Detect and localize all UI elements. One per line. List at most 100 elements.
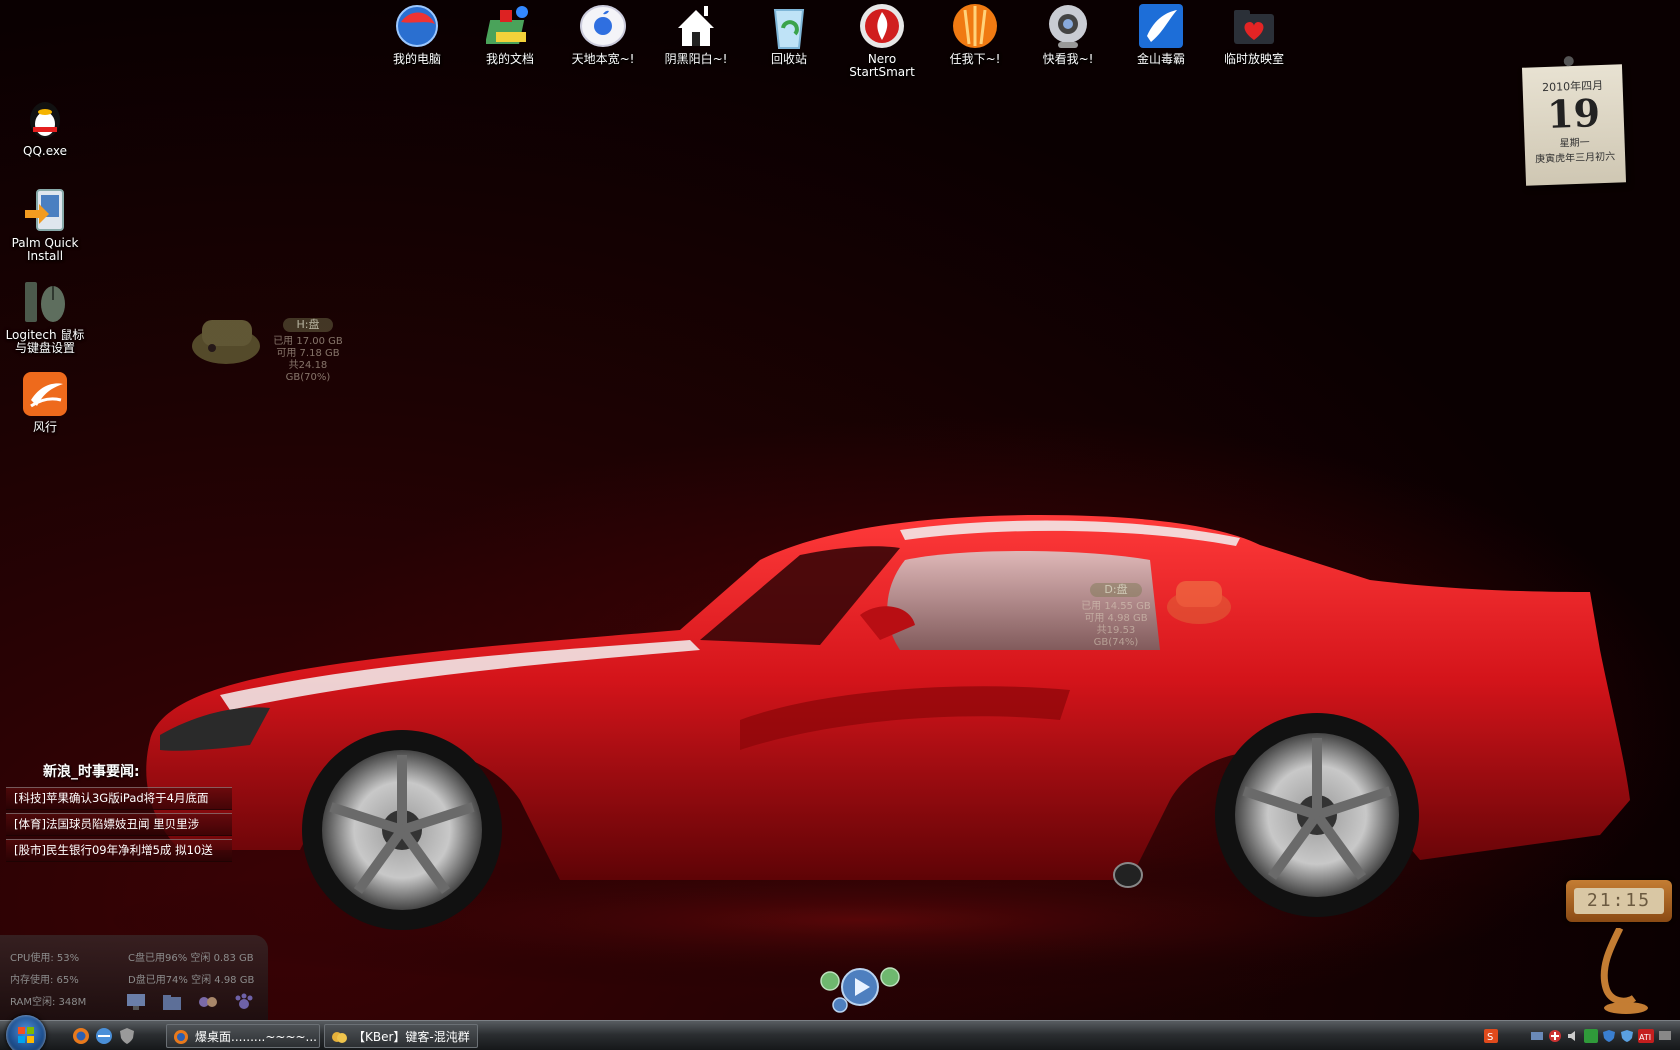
desktop-icon-label: Palm Quick Install <box>11 236 79 263</box>
taskbar-window-button[interactable]: 【KBer】键客-混沌群 <box>324 1024 478 1048</box>
news-item[interactable]: [体育]法国球员陷嫖妓丑闻 里贝里涉 <box>6 813 232 836</box>
webcam-icon <box>1044 2 1092 50</box>
network-icon[interactable] <box>198 993 218 1011</box>
desktop-icon-recycle-bin[interactable]: 回收站 <box>744 2 834 66</box>
desktop-icon-label: 快看我~! <box>1042 52 1094 66</box>
svg-text:ATI: ATI <box>1639 1033 1651 1042</box>
rear-wheel <box>1215 713 1419 917</box>
computer-globe-icon <box>393 2 441 50</box>
disk-d-free: 可用 4.98 GB <box>1084 613 1148 624</box>
desktop-icon-palm[interactable]: Palm Quick Install <box>0 186 90 263</box>
calendar-day: 19 <box>1546 90 1601 137</box>
front-wheel <box>302 730 502 930</box>
shield-tray-icon[interactable] <box>1620 1028 1634 1042</box>
news-item[interactable]: [科技]苹果确认3G版iPad将于4月底面 <box>6 787 232 810</box>
wallpaper-car <box>100 515 1630 990</box>
desktop-icon-label: 天地本宽~! <box>571 52 635 66</box>
recycle-bin-icon <box>765 2 813 50</box>
disk-h-icon <box>188 312 264 368</box>
desktop-icon-funshion[interactable]: 风行 <box>0 370 90 434</box>
desktop-icon-label: 临时放映室 <box>1223 52 1284 66</box>
network-tray-icon[interactable] <box>1530 1028 1544 1042</box>
svg-text:S: S <box>1487 1032 1493 1043</box>
nero-flame-icon <box>858 2 906 50</box>
desktop-icon-label: 阴黑阳白~! <box>664 52 728 66</box>
desktop-icon-label: QQ.exe <box>23 144 67 158</box>
documents-icon <box>485 2 534 50</box>
browser-quicklaunch-icon[interactable] <box>95 1027 113 1045</box>
start-button[interactable] <box>6 1015 46 1050</box>
media-player-widget <box>818 965 908 1017</box>
calendar-pin-icon <box>1563 55 1574 67</box>
desktop-icon-label: Nero StartSmart <box>849 52 915 79</box>
news-item[interactable]: [股市]民生银行09年净利增5成 拟10送 <box>6 839 232 862</box>
disk-h-total: 共24.18 GB(70%) <box>285 360 331 383</box>
firefox-icon <box>173 1029 189 1045</box>
desktop-icon-linshi[interactable]: 临时放映室 <box>1209 2 1299 66</box>
folder-heart-icon <box>1230 2 1278 50</box>
qq-group-icon <box>331 1029 347 1045</box>
disk-d-total: 共19.53 GB(74%) <box>1093 625 1139 648</box>
d-drive-usage: D盘已用74% 空闲 4.98 GB <box>128 975 255 986</box>
bittorrent-icon <box>951 2 999 50</box>
logitech-mouse-keyboard-icon <box>21 278 69 326</box>
desktop-icon-label: Logitech 鼠标与键盘设置 <box>5 328 85 355</box>
disk-h-widget[interactable]: H:盘 已用 17.00 GB 可用 7.18 GB 共24.18 GB(70%… <box>266 318 350 384</box>
disk-d-widget[interactable]: D:盘 已用 14.55 GB 可用 4.98 GB 共19.53 GB(74%… <box>1074 583 1158 649</box>
news-title: 新浪_时事要闻: <box>43 764 140 780</box>
firefox-quicklaunch-icon[interactable] <box>72 1027 90 1045</box>
desktop-icon-label: 回收站 <box>770 52 807 66</box>
desktop-icon-yinhei[interactable]: 阴黑阳白~! <box>651 2 741 66</box>
volume-tray-icon[interactable] <box>1566 1028 1580 1042</box>
desktop-icon-label: 风行 <box>32 420 57 434</box>
paw-icon[interactable] <box>234 993 254 1011</box>
ram-free: RAM空闲: 348M <box>10 997 87 1008</box>
folder-icon[interactable] <box>162 993 182 1011</box>
qq-penguin-icon <box>21 94 69 142</box>
disk-d-used: 已用 14.55 GB <box>1081 601 1151 612</box>
desktop-icon-my-documents[interactable]: 我的文档 <box>465 2 555 66</box>
house-icon <box>672 2 720 50</box>
calendar-lunar: 庚寅虎年三月初六 <box>1535 151 1616 166</box>
desktop-icon-nero[interactable]: Nero StartSmart <box>837 2 927 79</box>
palm-install-icon <box>21 186 69 234</box>
monitor-tray-icon[interactable] <box>1658 1028 1672 1042</box>
cpu-usage: CPU使用: 53% <box>10 953 80 964</box>
windows-logo-icon <box>18 1027 34 1043</box>
security-tray-icon[interactable] <box>1548 1028 1562 1042</box>
desktop-icon-label: 任我下~! <box>949 52 1001 66</box>
desktop-icon-label: 金山毒霸 <box>1136 52 1185 66</box>
memory-usage: 内存使用: 65% <box>10 975 79 986</box>
volume-button <box>832 997 848 1013</box>
taskbar: 爆桌面.........~~~~... 【KBer】键客-混沌群 S ATI <box>0 1015 1680 1050</box>
calendar-widget[interactable]: 2010年四月 19 星期一 庚寅虎年三月初六 <box>1521 55 1627 186</box>
monitor-icon[interactable] <box>126 993 146 1011</box>
news-widget: 新浪_时事要闻: [科技]苹果确认3G版iPad将于4月底面 [体育]法国球员陷… <box>6 760 232 865</box>
disk-d-label: D:盘 <box>1090 583 1142 597</box>
kingsoft-antivirus-icon <box>1137 2 1185 50</box>
ati-tray-icon[interactable]: ATI <box>1638 1028 1654 1043</box>
desktop-icon-renwoxia[interactable]: 任我下~! <box>930 2 1020 66</box>
clock-stand-icon <box>1590 926 1650 1016</box>
c-drive-usage: C盘已用96% 空闲 0.83 GB <box>128 953 254 964</box>
desktop-icon-kingsoft[interactable]: 金山毒霸 <box>1116 2 1206 66</box>
disk-h-used: 已用 17.00 GB <box>273 336 343 347</box>
desktop-icon-my-computer[interactable]: 我的电脑 <box>372 2 462 66</box>
desktop-icon-kuaikanwo[interactable]: 快看我~! <box>1023 2 1113 66</box>
sogou-ime-icon[interactable]: S <box>1484 1028 1498 1043</box>
green-tray-icon[interactable] <box>1584 1028 1598 1043</box>
shield-quicklaunch-icon[interactable] <box>118 1027 136 1045</box>
desktop: 我的电脑 我的文档 天地本宽~! 阴黑阳白~! 回收站 Nero StartSm… <box>0 0 1680 1050</box>
desktop-icon-logitech[interactable]: Logitech 鼠标与键盘设置 <box>0 278 90 355</box>
desktop-icon-label: 我的电脑 <box>392 52 441 66</box>
antivirus-tray-icon[interactable] <box>1602 1028 1616 1042</box>
desktop-icon-label: 我的文档 <box>485 52 534 66</box>
desktop-icon-qq[interactable]: QQ.exe <box>0 94 90 158</box>
clock-time: 21:15 <box>1574 888 1664 914</box>
disk-h-free: 可用 7.18 GB <box>276 348 340 359</box>
next-button <box>880 967 900 987</box>
desktop-icon-tiandi[interactable]: 天地本宽~! <box>558 2 648 66</box>
taskbar-window-button[interactable]: 爆桌面.........~~~~... <box>166 1024 320 1048</box>
system-monitor-widget: CPU使用: 53% 内存使用: 65% RAM空闲: 348M C盘已用96%… <box>0 935 268 1021</box>
taskbar-window-label: 【KBer】键客-混沌群 <box>353 1030 470 1044</box>
